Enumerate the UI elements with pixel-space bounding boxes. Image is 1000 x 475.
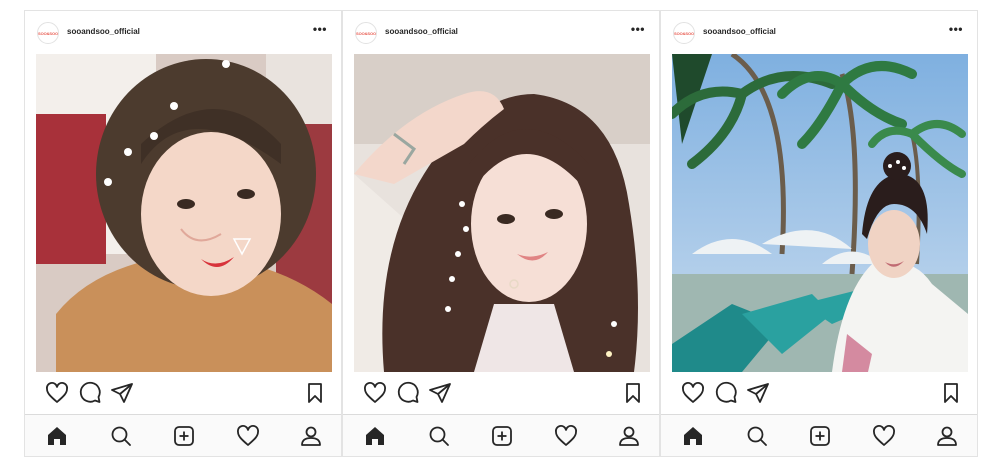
post-actions (25, 381, 341, 409)
comment-icon[interactable] (396, 381, 420, 405)
new-post-icon[interactable] (808, 424, 832, 448)
share-paper-plane-icon[interactable] (428, 381, 452, 405)
search-icon[interactable] (109, 424, 133, 448)
save-bookmark-icon[interactable] (621, 381, 645, 405)
post-actions (661, 381, 977, 409)
activity-heart-icon[interactable] (872, 424, 896, 448)
activity-heart-icon[interactable] (554, 424, 578, 448)
post-card-3: SOO&SOO sooandsoo_official ••• (660, 10, 978, 457)
search-icon[interactable] (427, 424, 451, 448)
profile-icon[interactable] (935, 424, 959, 448)
more-options-icon[interactable]: ••• (631, 23, 645, 35)
activity-heart-icon[interactable] (236, 424, 260, 448)
new-post-icon[interactable] (490, 424, 514, 448)
more-options-icon[interactable]: ••• (313, 23, 327, 35)
post-card-2: SOO&SOO sooandsoo_official ••• (342, 10, 660, 457)
home-icon[interactable] (45, 424, 69, 448)
selfie-photo-image (354, 54, 650, 372)
profile-icon[interactable] (617, 424, 641, 448)
username[interactable]: sooandsoo_official (67, 27, 140, 36)
home-icon[interactable] (363, 424, 387, 448)
selfie-photo-image (36, 54, 332, 372)
avatar[interactable]: SOO&SOO (673, 22, 695, 44)
bottom-nav-bar (343, 414, 659, 456)
avatar[interactable]: SOO&SOO (355, 22, 377, 44)
search-icon[interactable] (745, 424, 769, 448)
avatar[interactable]: SOO&SOO (37, 22, 59, 44)
more-options-icon[interactable]: ••• (949, 23, 963, 35)
post-header: SOO&SOO sooandsoo_official ••• (25, 11, 341, 55)
home-icon[interactable] (681, 424, 705, 448)
comment-icon[interactable] (714, 381, 738, 405)
username[interactable]: sooandsoo_official (703, 27, 776, 36)
username[interactable]: sooandsoo_official (385, 27, 458, 36)
post-actions (343, 381, 659, 409)
bottom-nav-bar (661, 414, 977, 456)
bottom-nav-bar (25, 414, 341, 456)
post-photo[interactable] (36, 54, 332, 372)
avatar-logo-text: SOO&SOO (356, 30, 376, 36)
avatar-logo-text: SOO&SOO (674, 30, 694, 36)
save-bookmark-icon[interactable] (939, 381, 963, 405)
profile-icon[interactable] (299, 424, 323, 448)
like-heart-icon[interactable] (681, 381, 705, 405)
share-paper-plane-icon[interactable] (746, 381, 770, 405)
new-post-icon[interactable] (172, 424, 196, 448)
comment-icon[interactable] (78, 381, 102, 405)
like-heart-icon[interactable] (45, 381, 69, 405)
post-header: SOO&SOO sooandsoo_official ••• (661, 11, 977, 55)
avatar-logo-text: SOO&SOO (38, 30, 58, 36)
save-bookmark-icon[interactable] (303, 381, 327, 405)
beach-photo-image (672, 54, 968, 372)
post-header: SOO&SOO sooandsoo_official ••• (343, 11, 659, 55)
post-photo[interactable] (672, 54, 968, 372)
post-card-1: SOO&SOO sooandsoo_official ••• (24, 10, 342, 457)
post-photo[interactable] (354, 54, 650, 372)
share-paper-plane-icon[interactable] (110, 381, 134, 405)
like-heart-icon[interactable] (363, 381, 387, 405)
